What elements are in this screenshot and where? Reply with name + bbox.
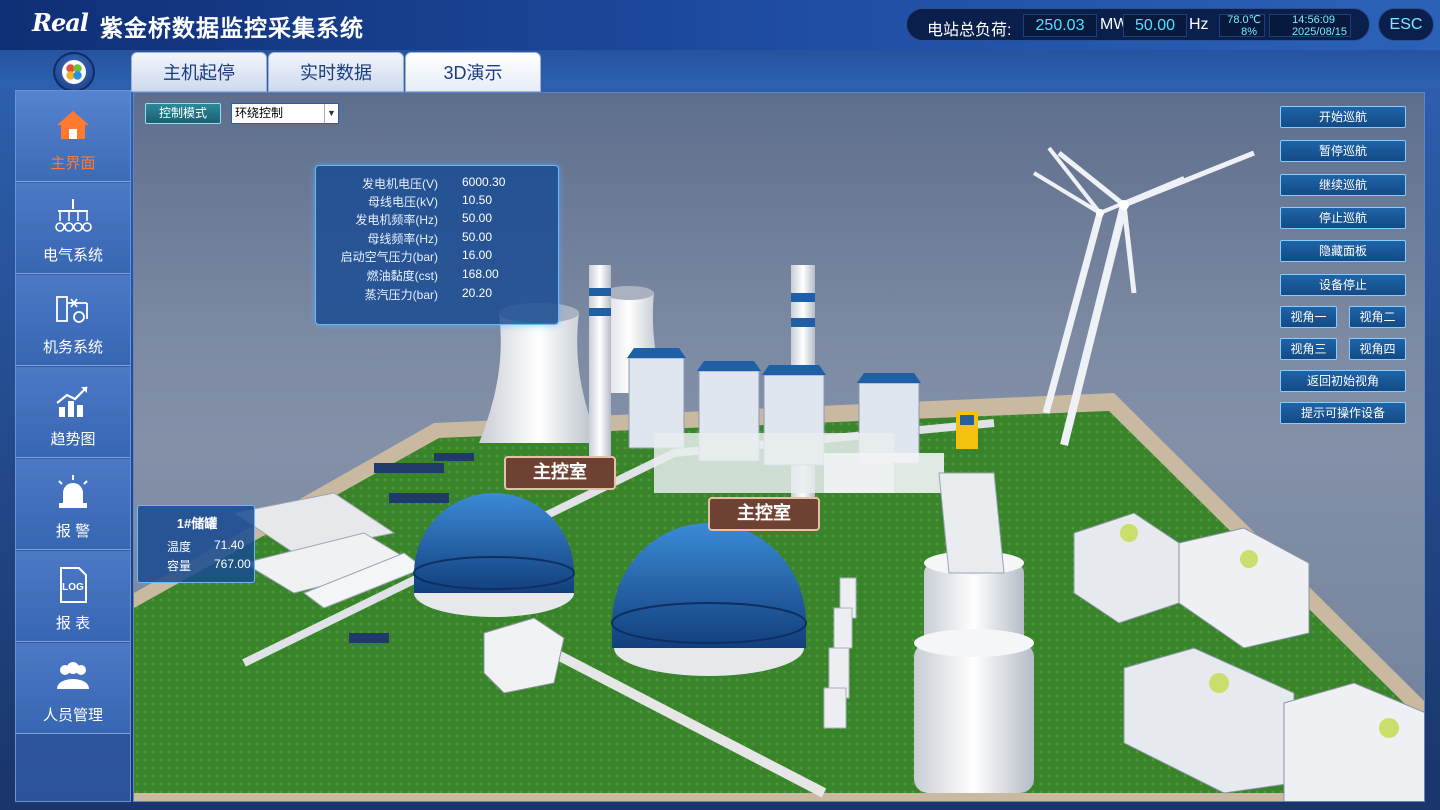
tab-realtime-data[interactable]: 实时数据 (268, 52, 404, 92)
app-title: 紫金桥数据监控采集系统 (100, 15, 364, 41)
resume-tour-button[interactable]: 继续巡航 (1280, 174, 1406, 196)
control-room-label-1[interactable]: 主控室 (504, 456, 616, 490)
esc-button[interactable]: ESC (1378, 8, 1434, 41)
sidebar-item-electrical[interactable]: 电气系统 (16, 183, 130, 274)
show-operable-devices-button[interactable]: 提示可操作设备 (1280, 402, 1406, 424)
home-icon (57, 111, 89, 139)
pause-tour-button[interactable]: 暂停巡航 (1280, 140, 1406, 162)
alarm-light-icon (58, 475, 88, 508)
stop-tour-button[interactable]: 停止巡航 (1280, 207, 1406, 229)
cooling-tower-1 (479, 313, 599, 443)
trend-chart-icon (56, 386, 88, 417)
app-launcher-icon[interactable] (53, 52, 95, 92)
svg-text:LOG: LOG (62, 582, 84, 593)
reset-view-button[interactable]: 返回初始视角 (1280, 370, 1406, 392)
sidebar-item-label: 主界面 (50, 155, 96, 172)
chimney-1 (589, 265, 611, 475)
tank-temp-value: 71.40 (214, 538, 245, 552)
sidebar-item-label: 电气系统 (42, 247, 103, 264)
power-value: 250.03 (1023, 14, 1097, 37)
tab-host-start-stop[interactable]: 主机起停 (131, 52, 267, 92)
tank-capacity-value: 767.00 (214, 557, 251, 571)
device-stop-button[interactable]: 设备停止 (1280, 274, 1406, 296)
control-mode-select[interactable]: 环绕控制 ▼ (231, 103, 339, 124)
view-four-button[interactable]: 视角四 (1349, 338, 1406, 360)
sidebar-item-label: 报 警 (55, 523, 91, 540)
sidebar-item-label: 趋势图 (50, 431, 96, 448)
header-bar: Real 紫金桥数据监控采集系统 电站总负荷: 250.03 MW 50.00 … (0, 0, 1440, 50)
sidebar-item-personnel[interactable]: 人员管理 (16, 643, 130, 734)
view-one-button[interactable]: 视角一 (1280, 306, 1337, 328)
sidebar-item-label: 机务系统 (42, 339, 103, 356)
tank-capacity-label: 容量 (167, 559, 192, 573)
sidebar-item-label: 人员管理 (42, 707, 103, 724)
tank-title: 1#储罐 (176, 516, 218, 531)
3d-viewport[interactable]: 控制模式 环绕控制 ▼ 开始巡航 暂停巡航 继续巡航 停止巡航 隐藏面板 设备停… (133, 92, 1425, 802)
people-icon (57, 662, 89, 689)
control-mode-label: 控制模式 (145, 103, 221, 124)
brand-logo: Real (32, 8, 89, 37)
view-two-button[interactable]: 视角二 (1349, 306, 1406, 328)
humidity-readout: 8% (1241, 26, 1257, 38)
total-load-label: 电站总负荷: (927, 22, 1012, 39)
info-row: 发电机频率(Hz) 50.00 (355, 211, 493, 227)
tank-temp-label: 温度 (167, 540, 192, 554)
info-row: 发电机电压(V) 6000.30 (362, 175, 506, 191)
frequency-unit: Hz (1189, 16, 1209, 33)
status-bar: 电站总负荷: 250.03 MW 50.00 Hz 78.0℃ 8% 14:56… (906, 8, 1370, 41)
sidebar-item-trend[interactable]: 趋势图 (16, 367, 130, 458)
silo-2 (914, 643, 1034, 793)
info-row: 母线频率(Hz) 50.00 (367, 230, 493, 246)
info-row: 燃油黏度(cst) 168.00 (366, 267, 499, 283)
log-report-icon: LOG (60, 567, 87, 603)
chevron-down-icon: ▼ (324, 104, 338, 123)
sidebar-nav: 主界面 电气系统 机务系统 趋势图 报 警 LOG 报 表 人员管理 (15, 90, 131, 802)
view-three-button[interactable]: 视角三 (1280, 338, 1337, 360)
control-mode-value: 环绕控制 (235, 106, 284, 120)
tab-3d-demo[interactable]: 3D演示 (405, 52, 541, 92)
tank-info-panel: 1#储罐 温度 71.40 容量 767.00 (137, 505, 255, 583)
sidebar-item-alarm[interactable]: 报 警 (16, 459, 130, 550)
clock-date: 2025/08/15 (1291, 26, 1347, 38)
sidebar-item-mechanical[interactable]: 机务系统 (16, 275, 130, 366)
start-tour-button[interactable]: 开始巡航 (1280, 106, 1406, 128)
info-row: 启动空气压力(bar) 16.00 (340, 248, 493, 264)
sidebar-item-home[interactable]: 主界面 (16, 91, 130, 182)
info-row: 蒸汽压力(bar) 20.20 (364, 286, 493, 302)
generator-info-panel: 发电机电压(V) 6000.30 母线电压(kV) 10.50 发电机频率(Hz) 5… (315, 165, 559, 325)
frequency-value: 50.00 (1123, 14, 1187, 37)
info-row: 母线电压(kV) 10.50 (368, 193, 493, 209)
hide-panel-button[interactable]: 隐藏面板 (1280, 240, 1406, 262)
sidebar-item-report[interactable]: LOG 报 表 (16, 551, 130, 642)
sidebar-item-label: 报 表 (55, 615, 91, 632)
mechanical-icon (56, 296, 88, 323)
control-room-label-2[interactable]: 主控室 (708, 497, 820, 531)
electrical-icon (55, 199, 92, 232)
